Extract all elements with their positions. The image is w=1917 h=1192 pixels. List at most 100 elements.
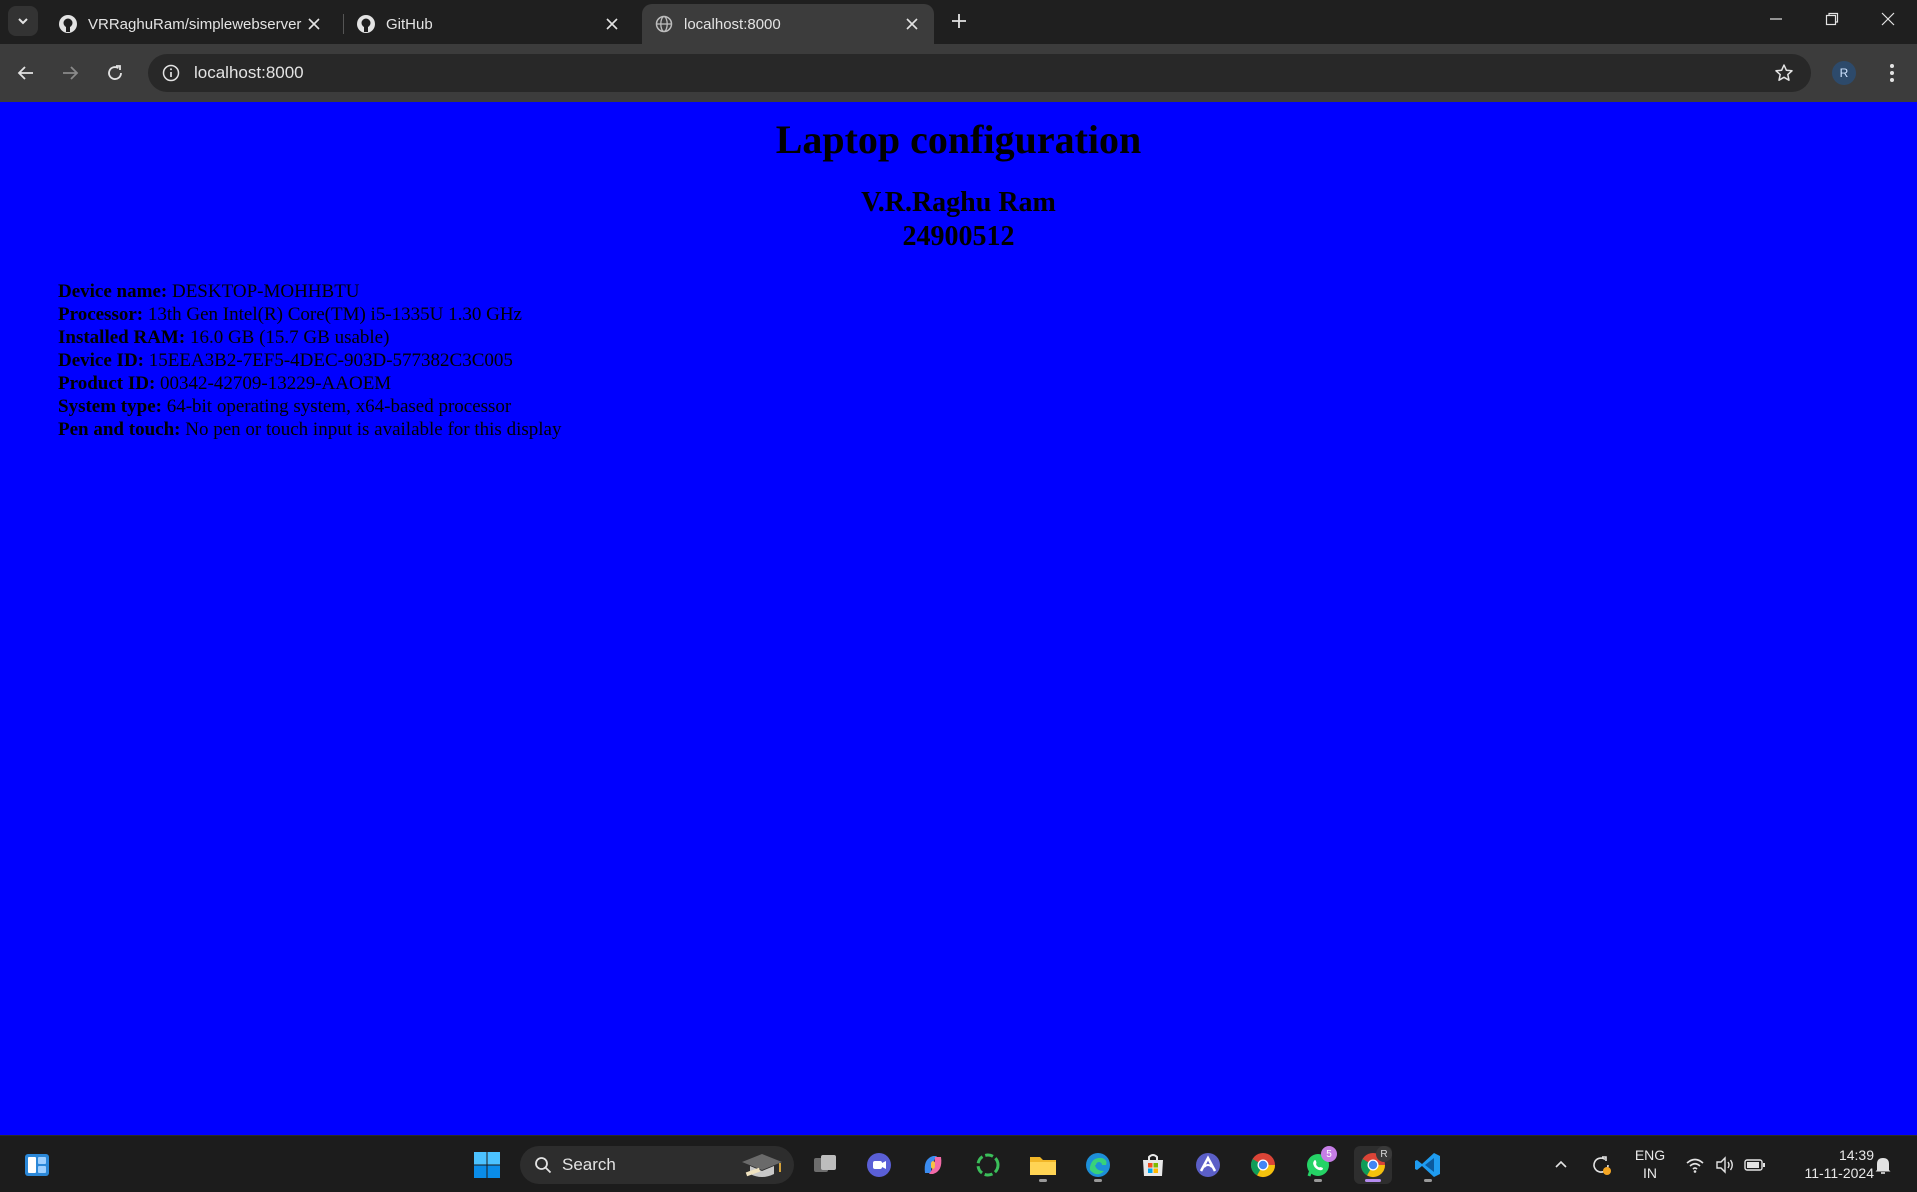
- windows-logo-icon: [474, 1152, 500, 1178]
- browser-menu-button[interactable]: [1876, 57, 1908, 89]
- tab-search-button[interactable]: [8, 6, 38, 36]
- back-button[interactable]: [10, 57, 42, 89]
- whatsapp-app[interactable]: 5: [1299, 1146, 1337, 1184]
- spec-label: System type:: [58, 396, 162, 417]
- spec-value: 16.0 GB (15.7 GB usable): [189, 327, 390, 348]
- green-circle-app-icon: [976, 1153, 1000, 1177]
- page-viewport: Laptop configuration V.R.Raghu Ram 24900…: [0, 102, 1917, 1135]
- spec-value: DESKTOP-MOHHBTU: [171, 281, 360, 302]
- volume-icon[interactable]: [1714, 1154, 1736, 1176]
- spec-row-installed-ram: Installed RAM: 16.0 GB (15.7 GB usable): [58, 326, 561, 349]
- chevron-up-icon: [1555, 1160, 1567, 1168]
- tab-strip: VRRaghuRam/simplewebserver GitHub localh…: [0, 0, 1917, 44]
- taskbar-search[interactable]: Search: [520, 1146, 794, 1184]
- active-indicator: [1365, 1179, 1381, 1182]
- address-bar[interactable]: localhost:8000: [148, 54, 1811, 92]
- copilot-app[interactable]: [914, 1146, 952, 1184]
- edge-app[interactable]: [1079, 1146, 1117, 1184]
- spec-row-device-name: Device name: DESKTOP-MOHHBTU: [58, 280, 561, 303]
- battery-icon[interactable]: [1744, 1154, 1766, 1176]
- arc-app[interactable]: [1189, 1146, 1227, 1184]
- profile-badge: R: [1376, 1146, 1392, 1162]
- widgets-icon: [25, 1154, 49, 1176]
- spec-row-device-id: Device ID: 15EEA3B2-7EF5-4DEC-903D-57738…: [58, 349, 561, 372]
- clock[interactable]: 14:39 11-11-2024: [1780, 1146, 1874, 1182]
- file-explorer-app[interactable]: [1024, 1146, 1062, 1184]
- spec-label: Device name:: [58, 281, 168, 302]
- vscode-icon: [1415, 1153, 1440, 1177]
- update-status-icon[interactable]: [1590, 1154, 1612, 1176]
- bookmark-star-icon[interactable]: [1765, 54, 1803, 92]
- running-indicator: [1314, 1179, 1322, 1182]
- globe-icon: [654, 14, 674, 34]
- spec-row-system-type: System type: 64-bit operating system, x6…: [58, 395, 561, 418]
- tab-github[interactable]: GitHub: [344, 4, 634, 44]
- arrow-left-icon: [17, 66, 33, 80]
- search-placeholder: Search: [562, 1155, 616, 1174]
- site-info-icon[interactable]: [152, 54, 190, 92]
- copilot-icon: [924, 1156, 942, 1174]
- search-icon: [534, 1156, 552, 1174]
- browser-toolbar: localhost:8000 R: [0, 44, 1917, 102]
- author-name: V.R.Raghu Ram: [861, 187, 1056, 218]
- running-indicator: [1094, 1179, 1102, 1182]
- spec-row-processor: Processor: 13th Gen Intel(R) Core(TM) i5…: [58, 303, 561, 326]
- language-indicator[interactable]: ENG IN: [1630, 1146, 1670, 1182]
- author-id: 24900512: [902, 221, 1015, 252]
- close-tab-icon[interactable]: [304, 14, 324, 34]
- clock-date: 11-11-2024: [1804, 1165, 1874, 1181]
- page-title: Laptop configuration: [775, 117, 1142, 162]
- close-tab-icon[interactable]: [602, 14, 622, 34]
- microsoft-store-app[interactable]: [1134, 1146, 1172, 1184]
- widgets-button[interactable]: [18, 1146, 56, 1184]
- chrome-profile-app[interactable]: R: [1354, 1146, 1392, 1184]
- new-tab-button[interactable]: [944, 6, 974, 36]
- tab-title: VRRaghuRam/simplewebserver: [88, 15, 302, 33]
- close-tab-icon[interactable]: [902, 14, 922, 34]
- spec-row-product-id: Product ID: 00342-42709-13229-AAOEM: [58, 372, 561, 395]
- running-indicator: [1039, 1179, 1047, 1182]
- graduation-cap-icon: [736, 1150, 784, 1180]
- tab-title: localhost:8000: [684, 15, 781, 33]
- more-vertical-icon: [1890, 64, 1894, 82]
- address-text[interactable]: localhost:8000: [194, 63, 1765, 83]
- vscode-app[interactable]: [1409, 1146, 1447, 1184]
- clock-time: 14:39: [1838, 1147, 1874, 1163]
- notifications-button[interactable]: [1872, 1154, 1894, 1176]
- chrome-app[interactable]: [1244, 1146, 1282, 1184]
- meet-app[interactable]: [860, 1146, 898, 1184]
- author-block: V.R.Raghu Ram 24900512: [0, 186, 1917, 254]
- spec-value: 00342-42709-13229-AAOEM: [160, 373, 392, 394]
- start-button[interactable]: [468, 1146, 506, 1184]
- tab-localhost[interactable]: localhost:8000: [642, 4, 934, 44]
- arc-icon: [1196, 1153, 1220, 1177]
- minimize-button[interactable]: [1748, 0, 1804, 38]
- restore-icon: [1825, 12, 1839, 26]
- close-icon: [1881, 12, 1895, 26]
- task-view-icon: [814, 1155, 836, 1172]
- store-icon: [1143, 1154, 1163, 1176]
- spec-label: Installed RAM:: [58, 327, 186, 348]
- restore-button[interactable]: [1804, 0, 1860, 38]
- running-indicator: [1424, 1179, 1432, 1182]
- plus-icon: [952, 14, 966, 28]
- forward-button[interactable]: [54, 57, 86, 89]
- show-hidden-icons-button[interactable]: [1550, 1154, 1572, 1176]
- folder-icon: [1030, 1157, 1056, 1175]
- spec-label: Processor:: [58, 304, 144, 325]
- spec-row-pen-and-touch: Pen and touch: No pen or touch input is …: [58, 418, 561, 441]
- close-window-button[interactable]: [1860, 0, 1916, 38]
- tab-simplewebserver[interactable]: VRRaghuRam/simplewebserver: [46, 4, 336, 44]
- wifi-icon[interactable]: [1684, 1154, 1706, 1176]
- github-icon: [356, 14, 376, 34]
- profile-avatar[interactable]: R: [1832, 61, 1856, 85]
- spec-label: Product ID:: [58, 373, 156, 394]
- sync-app[interactable]: [969, 1146, 1007, 1184]
- video-chat-icon: [867, 1153, 891, 1177]
- notification-badge: 5: [1321, 1146, 1337, 1162]
- task-view-button[interactable]: [806, 1146, 844, 1184]
- minimize-icon: [1770, 18, 1782, 20]
- spec-list: Device name: DESKTOP-MOHHBTU Processor: …: [58, 280, 561, 441]
- reload-button[interactable]: [99, 57, 131, 89]
- reload-icon: [108, 65, 122, 80]
